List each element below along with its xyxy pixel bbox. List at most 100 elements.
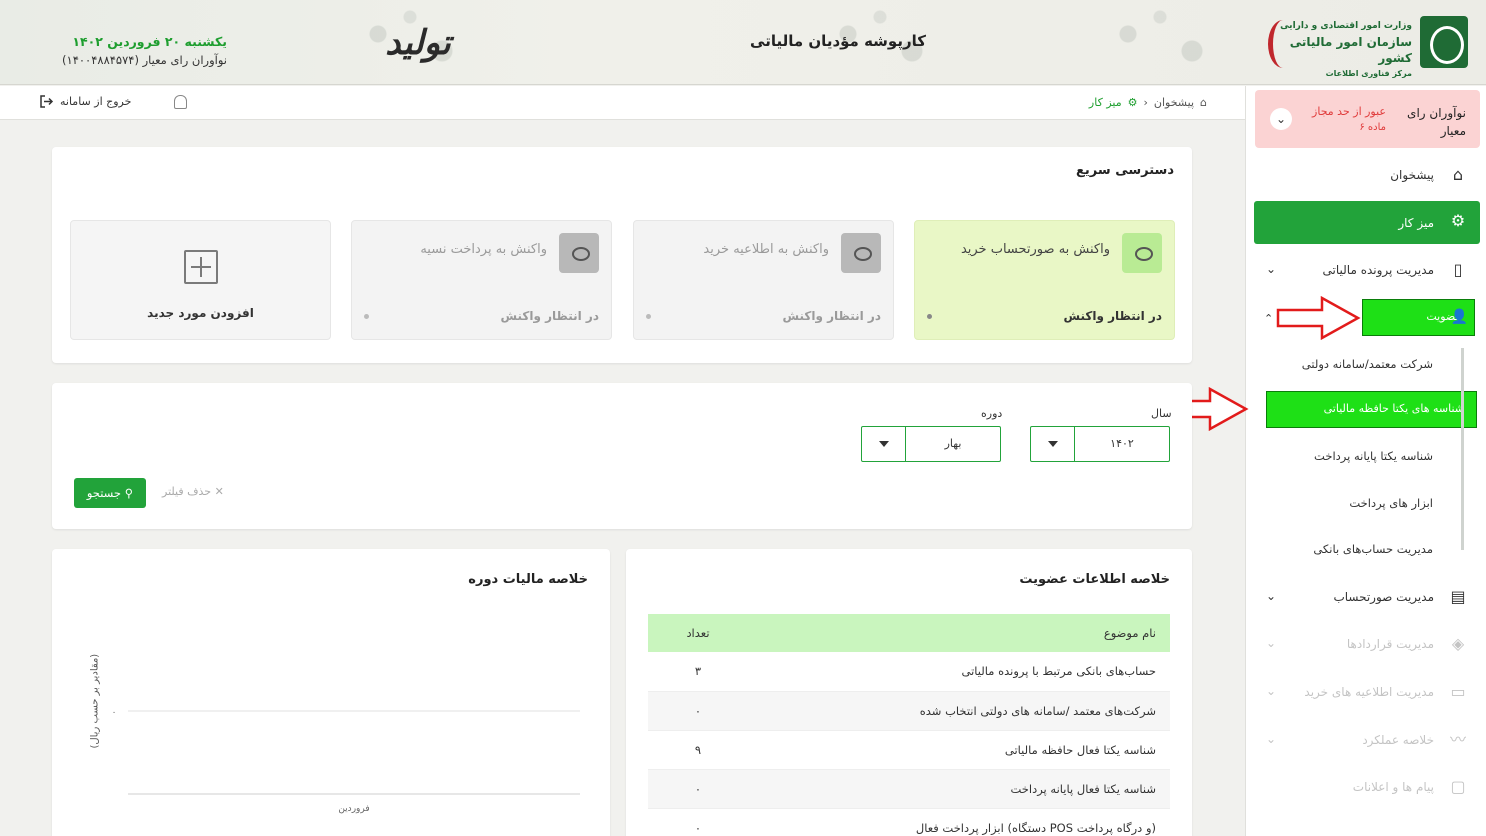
sidebar-item-label: مدیریت پرونده مالیاتی	[1322, 263, 1434, 277]
workspace-icon: ⚙	[1450, 211, 1466, 230]
row-count: ۰	[648, 808, 748, 836]
row-subject: شناسه یکتا فعال پایانه پرداخت	[748, 769, 1170, 809]
sidebar-item-dashboard[interactable]: پیشخوان ⌂	[1254, 155, 1480, 195]
close-icon: ✕	[214, 485, 224, 498]
sidebar-item-messages[interactable]: پیام ها و اعلانات ▢	[1254, 767, 1480, 807]
table-row: ۳ حساب‌های بانکی مرتبط با پرونده مالیاتی	[648, 652, 1170, 692]
quick-card-count-dot	[927, 314, 932, 319]
breadcrumb: ⌂ پیشخوان ‹ ⚙ میز کار	[1089, 96, 1207, 109]
current-user: نوآوران رای معیار (۱۴۰۰۴۸۸۴۵۷۴)	[62, 53, 227, 67]
org-line3: مرکز فناوری اطلاعات	[1325, 69, 1412, 78]
handshake-icon: ◈	[1451, 634, 1465, 653]
table-row: ۰ شناسه یکتا فعال پایانه پرداخت	[648, 769, 1170, 809]
dropdown-arrow-icon	[862, 427, 906, 461]
message-icon: ▢	[1450, 777, 1466, 796]
chevron-down-icon: ⌄	[1266, 636, 1277, 650]
sidebar-item-label: مدیریت اطلاعیه های خرید	[1304, 685, 1434, 699]
warning-text: عبور از حد مجاز	[1312, 105, 1386, 118]
period-select[interactable]: بهار	[861, 426, 1001, 462]
sub-item-fiscal-memory-ids[interactable]: شناسه های یکتا حافظه مالیاتی	[1266, 391, 1477, 428]
column-header-count: تعداد	[648, 614, 748, 652]
year-select-value: ۱۴۰۲	[1110, 437, 1134, 450]
quick-card-count-dot	[646, 314, 651, 319]
sidebar-item-workspace[interactable]: میز کار ⚙	[1254, 201, 1480, 244]
sidebar-item-label: پیشخوان	[1390, 168, 1434, 182]
dropdown-arrow-icon	[1031, 427, 1075, 461]
bell-icon[interactable]	[174, 95, 187, 109]
row-subject: ابزار پرداخت فعال (دستگاه POS و درگاه پر…	[748, 808, 1170, 836]
table-row: ۰ ابزار پرداخت فعال (دستگاه POS و درگاه …	[648, 808, 1170, 836]
quick-card-credit-reaction[interactable]: واکنش به پرداخت نسیه در انتظار واکنش	[351, 220, 612, 340]
year-label: سال	[1151, 407, 1172, 420]
date-user-box: یکشنبه ۲۰ فروردین ۱۴۰۲ نوآوران رای معیار…	[52, 34, 227, 67]
tax-summary-chart: ۰ فروردین	[112, 708, 580, 814]
year-select[interactable]: ۱۴۰۲	[1030, 426, 1170, 462]
user-icon: 👤	[1450, 309, 1468, 325]
top-header: وزارت امور اقتصادی و دارایی سازمان امور …	[0, 0, 1486, 85]
sidebar-item-label: مدیریت صورتحساب	[1333, 590, 1434, 604]
quick-card-notice-reaction[interactable]: واکنش به اطلاعیه خرید در انتظار واکنش	[633, 220, 894, 340]
toolbar: خروج از سامانه ⌂ پیشخوان ‹ ⚙ میز کار	[0, 86, 1245, 120]
logout-button[interactable]: خروج از سامانه	[40, 95, 131, 108]
limit-warning: عبور از حد مجاز ۶ ماده	[1312, 104, 1386, 136]
chart-x-tick: فروردین	[338, 804, 369, 814]
plus-square-icon	[184, 250, 218, 284]
search-button[interactable]: جستجو ⚲	[74, 478, 146, 508]
warning-subtext: ۶ ماده	[1359, 122, 1386, 133]
logout-icon	[40, 95, 54, 108]
sub-item-trusted-company[interactable]: شرکت معتمد/سامانه دولتی	[1233, 357, 1433, 371]
quick-card-title: واکنش به اطلاعیه خرید	[703, 242, 829, 257]
sidebar-item-contracts[interactable]: مدیریت قراردادها ◈ ⌄	[1254, 624, 1480, 664]
membership-summary-title: خلاصه اطلاعات عضویت	[1019, 572, 1170, 587]
row-subject: شرکت‌های معتمد /سامانه های دولتی انتخاب …	[748, 691, 1170, 731]
chevron-down-icon: ⌄	[1266, 589, 1277, 603]
app-title: کارپوشه مؤدیان مالیاتی	[750, 32, 926, 50]
breadcrumb-home[interactable]: پیشخوان	[1154, 96, 1194, 109]
quick-card-invoice-reaction[interactable]: واکنش به صورتحساب خرید در انتظار واکنش	[914, 220, 1175, 340]
quick-card-count-dot	[364, 314, 369, 319]
sidebar-item-invoice-management[interactable]: مدیریت صورتحساب ▤ ⌄	[1254, 577, 1480, 617]
sub-item-bank-accounts[interactable]: مدیریت حساب‌های بانکی	[1233, 542, 1433, 556]
clear-filter-button[interactable]: حذف فیلتر ✕	[162, 485, 224, 498]
clipboard-icon: ▭	[1450, 682, 1466, 701]
filter-panel	[52, 383, 1192, 529]
row-count: ۰	[648, 691, 748, 731]
invoice-icon: ▤	[1450, 587, 1466, 606]
production-calligraphy-logo: تولید	[385, 23, 451, 63]
sidebar-item-label: پیام ها و اعلانات	[1352, 780, 1434, 794]
add-new-item-card[interactable]: افزودن مورد جدید	[70, 220, 331, 340]
table-row: ۹ شناسه یکتا فعال حافظه مالیاتی	[648, 730, 1170, 770]
home-icon: ⌂	[1452, 165, 1464, 184]
user-card[interactable]: نوآوران رای معیار عبور از حد مجاز ۶ ماده…	[1255, 90, 1480, 148]
search-button-label: جستجو	[86, 486, 122, 500]
current-date: یکشنبه ۲۰ فروردین ۱۴۰۲	[72, 34, 227, 49]
sub-item-payment-tools[interactable]: ابزار های پرداخت	[1233, 496, 1433, 510]
sidebar-item-label: میز کار	[1398, 215, 1434, 230]
add-new-item-label: افزودن مورد جدید	[147, 306, 254, 320]
coins-icon	[559, 233, 599, 273]
chevron-down-icon: ⌄	[1266, 732, 1277, 746]
row-count: ۳	[648, 652, 748, 692]
quick-card-status: در انتظار واکنش	[1063, 309, 1162, 323]
period-select-value: بهار	[944, 437, 962, 450]
quick-card-status: در انتظار واکنش	[500, 309, 599, 323]
submenu-scrollbar[interactable]	[1461, 348, 1464, 550]
row-subject: حساب‌های بانکی مرتبط با پرونده مالیاتی	[748, 652, 1170, 692]
chevron-down-icon[interactable]: ⌄	[1270, 108, 1292, 130]
sidebar-item-membership[interactable]: عضویت 👤	[1362, 299, 1475, 336]
row-count: ۰	[648, 769, 748, 809]
red-arrow-annotation	[1276, 296, 1361, 340]
chevron-up-icon[interactable]: ⌃	[1264, 312, 1273, 325]
membership-summary-table: تعداد نام موضوع ۳ حساب‌های بانکی مرتبط ب…	[648, 614, 1170, 836]
sidebar-item-performance-summary[interactable]: خلاصه عملکرد 〰 ⌄	[1254, 720, 1480, 760]
sidebar-item-tax-file[interactable]: مدیریت پرونده مالیاتی ▯ ⌄	[1254, 250, 1480, 290]
table-header-row: تعداد نام موضوع	[648, 614, 1170, 652]
sidebar-item-purchase-notices[interactable]: مدیریت اطلاعیه های خرید ▭ ⌄	[1254, 672, 1480, 712]
breadcrumb-current: میز کار	[1088, 96, 1122, 109]
quick-card-title: واکنش به صورتحساب خرید	[960, 242, 1110, 257]
chevron-down-icon: ⌄	[1266, 684, 1277, 698]
sub-item-payment-terminal-id[interactable]: شناسه یکتا پایانه پرداخت	[1233, 449, 1433, 463]
coins-icon	[1122, 233, 1162, 273]
quick-access-panel: دسترسی سریع واکنش به صورتحساب خرید در ان…	[52, 147, 1192, 363]
sidebar-item-label: خلاصه عملکرد	[1362, 733, 1434, 747]
